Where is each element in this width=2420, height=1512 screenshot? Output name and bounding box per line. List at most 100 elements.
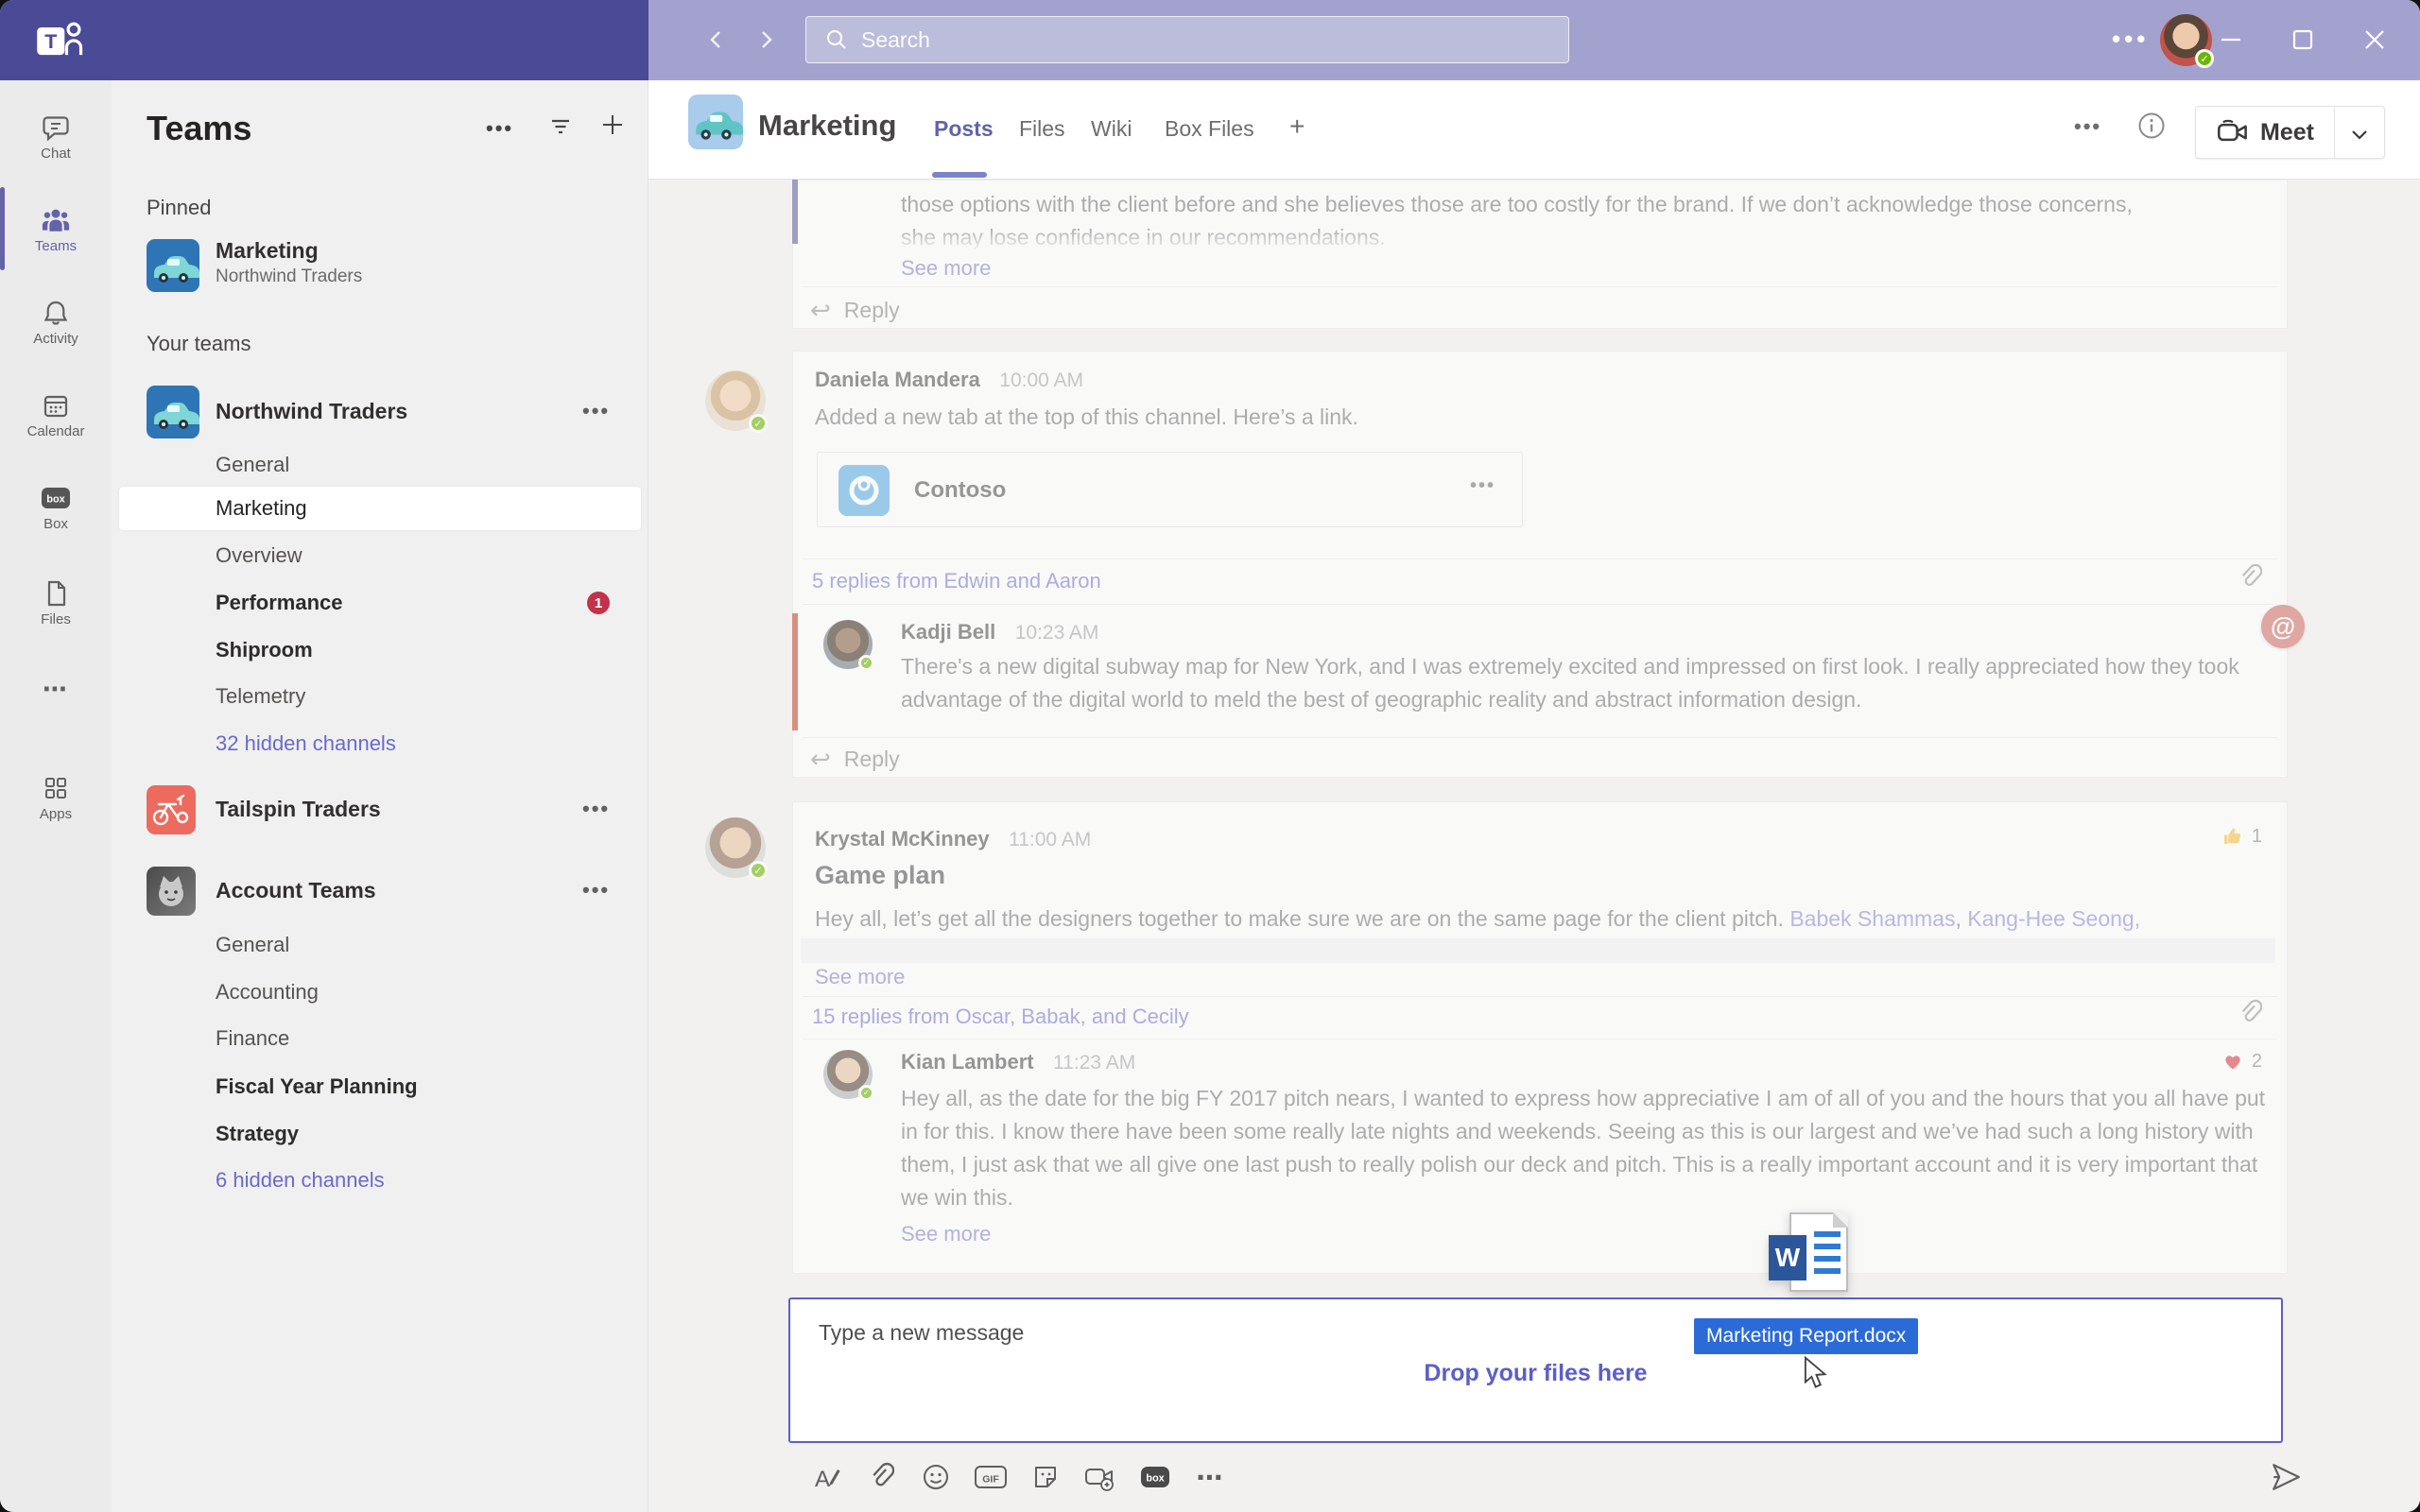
meet-button[interactable]: Meet	[2195, 106, 2385, 159]
channel-general[interactable]: General	[112, 443, 648, 487]
channel-fiscal-year-planning[interactable]: Fiscal Year Planning	[112, 1065, 648, 1108]
sticker-button[interactable]	[1027, 1458, 1064, 1496]
rail-item-teams[interactable]: Teams	[0, 189, 112, 270]
filter-icon[interactable]	[548, 114, 573, 144]
avatar-kian-lambert[interactable]: ✓	[823, 1050, 873, 1099]
rail-item-chat[interactable]: Chat	[0, 96, 112, 178]
rail-item-calendar[interactable]: Calendar	[0, 374, 112, 455]
mention-link[interactable]: Babek Shammas	[1789, 906, 1955, 931]
team-more-button[interactable]: •••	[582, 797, 610, 821]
minimize-button[interactable]	[2210, 19, 2252, 60]
channel-overview[interactable]: Overview	[112, 534, 648, 577]
channel-finance[interactable]: Finance	[112, 1017, 648, 1060]
message-card-krystal: Krystal McKinney 11:00 AM 1 Game plan He…	[792, 801, 2288, 1274]
channel-strategy[interactable]: Strategy	[112, 1112, 648, 1156]
add-tab-button[interactable]: +	[1289, 112, 1305, 142]
channel-performance[interactable]: Performance 1	[112, 581, 648, 625]
sidebar-more-button[interactable]: •••	[486, 116, 513, 141]
reply-arrow-icon: ↩	[810, 296, 831, 325]
hidden-channels-link-account[interactable]: 6 hidden channels	[112, 1159, 648, 1202]
rail-item-more[interactable]: ⋯	[0, 665, 112, 713]
reply-button[interactable]: ↩ Reply	[810, 296, 900, 325]
tab-posts[interactable]: Posts	[934, 116, 994, 142]
rail-item-apps[interactable]: Apps	[0, 757, 112, 838]
team-row-tailspin-traders[interactable]: Tailspin Traders •••	[112, 778, 648, 844]
truncated-line-ghost	[801, 938, 2275, 963]
chat-icon	[42, 113, 70, 142]
join-or-create-team-button[interactable]	[599, 112, 626, 143]
gif-button[interactable]: GIF	[972, 1458, 1010, 1496]
maximize-button[interactable]	[2282, 19, 2324, 60]
channel-shiproom[interactable]: Shiproom	[112, 628, 648, 672]
search-placeholder: Search	[861, 27, 930, 53]
channel-marketing-selected[interactable]: Marketing	[119, 487, 641, 530]
svg-text:T: T	[44, 30, 57, 53]
back-button[interactable]	[698, 21, 735, 59]
pinned-section-label: Pinned	[147, 196, 212, 220]
team-avatar-northwind	[147, 239, 199, 292]
rail-item-box[interactable]: box Box	[0, 467, 112, 548]
reaction-count: 2	[2252, 1051, 2262, 1073]
tab-files[interactable]: Files	[1019, 116, 1065, 142]
see-more-link[interactable]: See more	[815, 965, 905, 989]
close-button[interactable]	[2354, 19, 2395, 60]
avatar-daniela-mandera[interactable]: ✓	[705, 370, 766, 431]
reply-arrow-icon: ↩	[810, 745, 831, 774]
pinned-channel-marketing[interactable]: Marketing Northwind Traders	[112, 232, 648, 298]
titlebar-more-button[interactable]: •••	[2112, 25, 2149, 54]
channel-telemetry[interactable]: Telemetry	[112, 675, 648, 718]
user-avatar[interactable]: ✓	[2160, 14, 2212, 66]
like-reaction[interactable]: 1	[2221, 825, 2262, 848]
forward-button[interactable]	[747, 21, 785, 59]
tab-box-files[interactable]: Box Files	[1165, 116, 1254, 142]
info-icon[interactable]	[2136, 111, 2167, 146]
hidden-channels-link-nwt[interactable]: 32 hidden channels	[112, 722, 648, 765]
heart-reaction[interactable]: 2	[2221, 1050, 2262, 1073]
drop-files-text: Drop your files here	[790, 1360, 2281, 1387]
channel-main-pane: Marketing Posts Files Wiki Box Files + •…	[648, 80, 2420, 1512]
team-row-account-teams[interactable]: Account Teams •••	[112, 859, 648, 925]
send-button[interactable]	[2267, 1458, 2305, 1496]
channel-avatar	[688, 94, 743, 149]
contoso-tab-card[interactable]: Contoso •••	[817, 452, 1523, 527]
reply-text: Hey all, as the date for the big FY 2017…	[901, 1082, 2268, 1214]
reply-button[interactable]: ↩ Reply	[810, 745, 900, 774]
avatar-kadji-bell[interactable]: ✓	[823, 620, 873, 669]
replies-expand-link[interactable]: 5 replies from Edwin and Aaron	[812, 569, 1101, 593]
card-more-button[interactable]: •••	[1470, 475, 1495, 497]
team-more-button[interactable]: •••	[582, 878, 610, 902]
team-more-button[interactable]: •••	[582, 399, 610, 423]
box-attach-button[interactable]: box	[1136, 1458, 1174, 1496]
attach-button[interactable]	[862, 1458, 900, 1496]
compose-box-dropzone[interactable]: Type a new message Drop your files here …	[788, 1297, 2283, 1443]
avatar-krystal-mckinney[interactable]: ✓	[705, 817, 766, 878]
channel-at-general[interactable]: General	[112, 923, 648, 967]
rail-item-activity[interactable]: Activity	[0, 282, 112, 363]
meet-now-button[interactable]	[1081, 1458, 1119, 1496]
presence-badge: ✓	[858, 655, 874, 671]
message-text: those options with the client before and…	[901, 188, 2273, 221]
see-more-link[interactable]: See more	[901, 1222, 991, 1246]
more-icon: ⋯	[43, 675, 69, 704]
see-more-link[interactable]: See more	[901, 256, 991, 281]
divider	[803, 286, 2277, 287]
hidden-channels-label: 6 hidden channels	[216, 1168, 385, 1193]
mention-link[interactable]: Kang-Hee Seong,	[1967, 906, 2140, 931]
divider	[803, 1039, 2277, 1040]
channel-accounting[interactable]: Accounting	[112, 971, 648, 1014]
emoji-button[interactable]	[917, 1458, 955, 1496]
channel-more-button[interactable]: •••	[2074, 114, 2101, 139]
team-row-northwind-traders[interactable]: Northwind Traders •••	[112, 378, 648, 444]
channel-label: General	[216, 933, 289, 957]
format-button[interactable]: A	[807, 1458, 845, 1496]
replies-expand-link[interactable]: 15 replies from Oscar, Babak, and Cecily	[812, 1005, 1189, 1029]
search-input[interactable]: Search	[805, 16, 1569, 63]
channel-label: General	[216, 453, 289, 477]
chevron-down-icon[interactable]	[2347, 122, 2372, 146]
rail-item-files[interactable]: Files	[0, 562, 112, 644]
team-name: Tailspin Traders	[216, 797, 381, 822]
tab-wiki[interactable]: Wiki	[1091, 116, 1132, 142]
title-bar-left: T	[0, 0, 648, 80]
toolbar-more-button[interactable]: ⋯	[1191, 1458, 1229, 1496]
meet-label: Meet	[2260, 119, 2314, 146]
